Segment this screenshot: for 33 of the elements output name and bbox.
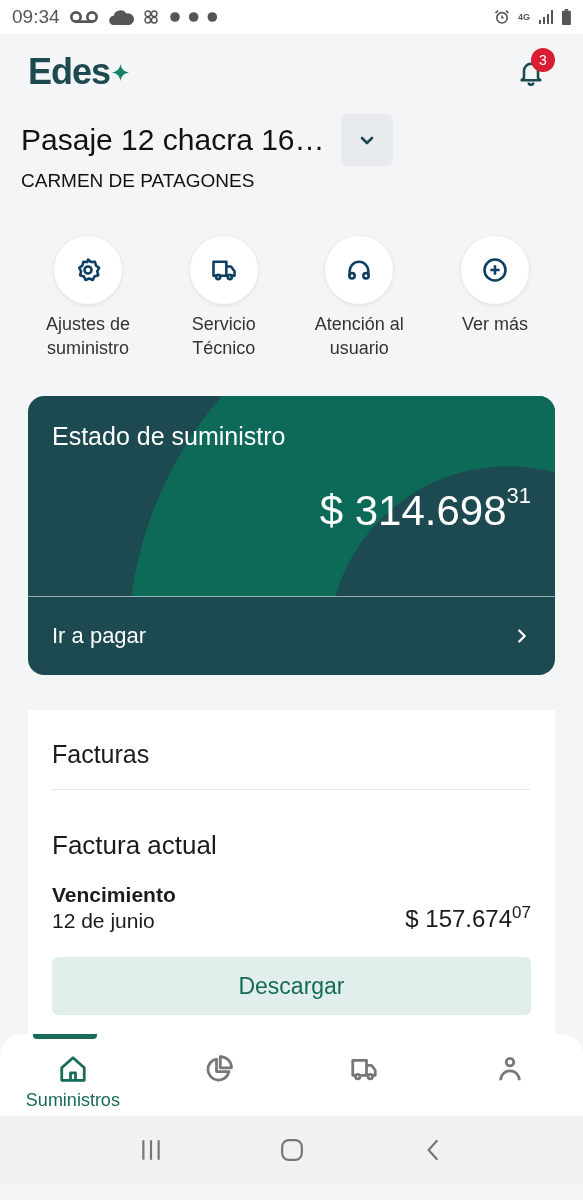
action-button[interactable] [54,236,122,304]
action-button[interactable] [189,236,258,304]
address-title: Pasaje 12 chacra 16… [21,123,325,157]
invoice-amount: $ 157.674$^{07}$ [405,905,531,933]
card-title: Estado de suministro [52,422,287,451]
add-icon [480,256,509,284]
battery-icon [562,9,571,25]
sparkle-icon [112,63,130,81]
status-time: 09:34 [12,6,60,28]
pay-link[interactable]: Ir a pagar [28,597,555,675]
section-title: Facturas [52,710,531,790]
city-label: CARMEN DE PATAGONES [21,170,256,192]
voicemail-icon [67,9,100,25]
nav-tab[interactable]: Suministros [12,1034,133,1116]
download-button[interactable]: Descargar [52,957,531,1015]
logo: Edes [28,51,111,93]
cloud-icon [107,9,135,25]
signal-icon [538,9,555,25]
notification-count: 3 [531,48,555,72]
network-type: 4G [518,12,531,22]
home-button-icon[interactable] [279,1138,304,1162]
action-label[interactable]: Atención al usuario [300,312,419,360]
balance-amount: $ 314.698$^{31}$ [318,487,531,535]
action-button[interactable] [325,236,394,304]
action-button[interactable] [460,236,529,304]
invoice-heading: Factura actual [52,830,218,861]
action-label[interactable]: Ver más [435,312,554,336]
due-date: 12 de junio [52,909,156,933]
action-label[interactable]: Servicio Técnico [164,312,283,360]
alarm-icon [494,9,511,25]
due-label: Vencimiento [52,883,176,907]
home-icon [57,1054,88,1084]
action-label[interactable]: Ajustes de suministro [29,312,147,360]
